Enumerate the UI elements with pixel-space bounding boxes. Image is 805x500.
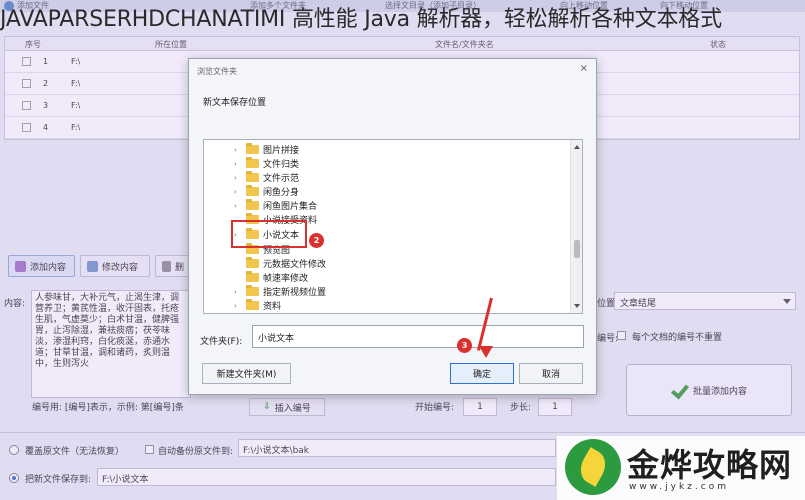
tree-item[interactable]: › 文件归类	[234, 157, 299, 170]
tree-scrollbar[interactable]	[570, 140, 582, 313]
cancel-button[interactable]: 取消	[519, 363, 583, 384]
tree-item[interactable]: › 闲鱼图片集合	[234, 199, 317, 212]
close-icon[interactable]: ×	[580, 63, 588, 74]
brand-logo-icon	[565, 439, 621, 495]
tree-item[interactable]: › 文件示范	[234, 171, 299, 184]
chevron-right-icon: ›	[234, 287, 237, 296]
scroll-up-icon[interactable]	[574, 145, 580, 149]
step-3-badge: 3	[457, 338, 472, 353]
watermark: 金烨攻略网 www.jykz.com	[557, 436, 805, 500]
new-folder-button[interactable]: 新建文件夹(M)	[202, 363, 291, 384]
tree-item[interactable]: › 图片拼接	[234, 143, 299, 156]
folder-icon	[246, 199, 259, 210]
folder-icon	[246, 299, 259, 310]
folder-icon	[246, 185, 259, 196]
chevron-right-icon: ›	[234, 201, 237, 210]
image-caption: JAVAPARSERHDCHANATIMI 高性能 Java 解析器，轻松解析各…	[0, 7, 722, 32]
dialog-subtitle: 新文本保存位置	[203, 98, 267, 108]
ok-button[interactable]: 确定	[450, 363, 514, 384]
chevron-right-icon: ›	[234, 187, 237, 196]
folder-icon	[246, 157, 259, 168]
folder-icon	[246, 271, 259, 282]
tree-item[interactable]: › 资料	[234, 299, 281, 312]
selection-highlight	[231, 220, 307, 248]
chevron-right-icon: ›	[234, 173, 237, 182]
tree-item[interactable]: › 闲鱼分身	[234, 185, 299, 198]
watermark-name: 金烨攻略网	[627, 446, 793, 484]
scroll-thumb[interactable]	[574, 240, 580, 258]
scroll-down-icon[interactable]	[574, 304, 580, 308]
folder-icon	[246, 285, 259, 296]
tree-item[interactable]: › 指定新视频位置	[234, 285, 326, 298]
chevron-right-icon: ›	[234, 159, 237, 168]
chevron-right-icon: ›	[234, 145, 237, 154]
folder-name-input[interactable]: 小说文本	[252, 325, 584, 348]
arrow-head-icon	[479, 346, 493, 358]
tree-item[interactable]: 元数据文件修改	[234, 257, 326, 270]
folder-icon	[246, 257, 259, 268]
folder-icon	[246, 171, 259, 182]
folder-field-label: 文件夹(F):	[200, 337, 243, 347]
dialog-title: 浏览文件夹	[197, 67, 237, 76]
watermark-url: www.jykz.com	[629, 482, 729, 492]
folder-icon	[246, 143, 259, 154]
step-2-badge: 2	[309, 233, 324, 248]
chevron-right-icon: ›	[234, 301, 237, 310]
tree-item[interactable]: 帧速率修改	[234, 271, 308, 284]
